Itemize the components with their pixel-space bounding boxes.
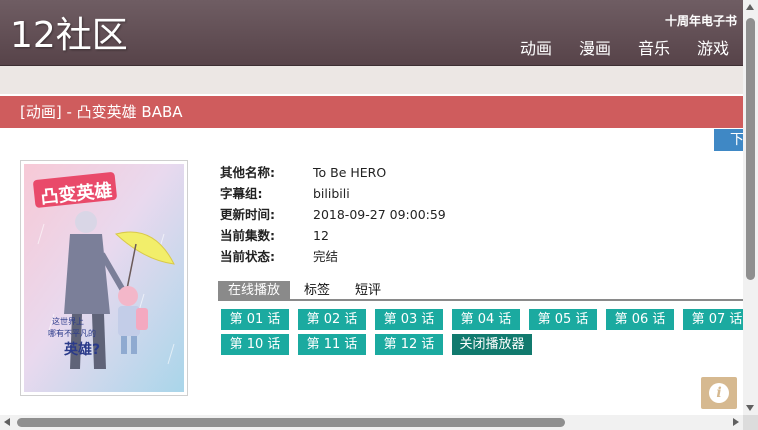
info-value: 完结 (313, 249, 339, 264)
info-key: 当前集数: (220, 228, 275, 243)
episode-button-10[interactable]: 第 10 话 (221, 334, 289, 355)
vertical-scrollbar[interactable] (743, 0, 758, 415)
poster-image[interactable]: 凸变英雄 这世界上 哪有不平凡的 英雄? (20, 160, 188, 396)
poster-illustration: 凸变英雄 这世界上 哪有不平凡的 英雄? (24, 164, 184, 392)
info-value: To Be HERO (313, 165, 387, 180)
site-header: 12社区 十周年电子书 动画 漫画 音乐 游戏 (0, 0, 743, 66)
svg-text:哪有不平凡的: 哪有不平凡的 (48, 328, 96, 338)
info-key: 更新时间: (220, 207, 275, 222)
info-icon: i (709, 383, 729, 403)
episode-button-05[interactable]: 第 05 话 (529, 309, 597, 330)
info-button[interactable]: i (701, 377, 737, 409)
info-key: 当前状态: (220, 249, 275, 264)
episode-button-03[interactable]: 第 03 话 (375, 309, 443, 330)
svg-text:这世界上: 这世界上 (52, 316, 84, 326)
nav-games[interactable]: 游戏 (697, 38, 729, 60)
close-player-button[interactable]: 关闭播放器 (452, 334, 532, 355)
title-bar: [动画] - 凸变英雄 BABA (0, 96, 743, 128)
tab-short-reviews[interactable]: 短评 (355, 281, 381, 301)
main-nav: 动画 漫画 音乐 游戏 (493, 38, 729, 60)
episode-button-11[interactable]: 第 11 话 (298, 334, 366, 355)
info-key: 字幕组: (220, 186, 263, 201)
nav-music[interactable]: 音乐 (638, 38, 670, 60)
content-tabs: 在线播放 标签 短评 (218, 281, 743, 301)
episode-button-06[interactable]: 第 06 话 (606, 309, 674, 330)
svg-text:英雄?: 英雄? (63, 341, 100, 358)
scrollbar-corner (743, 415, 758, 430)
horizontal-scrollbar[interactable] (0, 415, 743, 430)
page-viewport: 12社区 十周年电子书 动画 漫画 音乐 游戏 [动画] - 凸变英雄 BABA… (0, 0, 743, 415)
info-key: 其他名称: (220, 165, 275, 180)
anniversary-ebook-link[interactable]: 十周年电子书 (665, 12, 737, 29)
tab-tags[interactable]: 标签 (304, 281, 330, 301)
episode-button-07[interactable]: 第 07 话 (683, 309, 743, 330)
episode-button-12[interactable]: 第 12 话 (375, 334, 443, 355)
scroll-up-arrow-icon[interactable] (746, 4, 754, 10)
page-title: [动画] - 凸变英雄 BABA (20, 103, 183, 121)
download-button[interactable]: 下 (714, 129, 743, 151)
episode-button-01[interactable]: 第 01 话 (221, 309, 289, 330)
horizontal-scroll-thumb[interactable] (17, 418, 565, 427)
vertical-scroll-thumb[interactable] (746, 18, 755, 280)
scroll-down-arrow-icon[interactable] (746, 405, 754, 411)
episode-button-02[interactable]: 第 02 话 (298, 309, 366, 330)
sub-header-bar (0, 66, 743, 94)
episode-button-04[interactable]: 第 04 话 (452, 309, 520, 330)
tab-online-play[interactable]: 在线播放 (218, 281, 291, 301)
info-value: 12 (313, 228, 329, 243)
nav-manga[interactable]: 漫画 (579, 38, 611, 60)
info-value: bilibili (313, 186, 350, 201)
scroll-left-arrow-icon[interactable] (4, 418, 10, 426)
info-value: 2018-09-27 09:00:59 (313, 207, 446, 222)
nav-anime[interactable]: 动画 (520, 38, 552, 60)
scroll-right-arrow-icon[interactable] (733, 418, 739, 426)
site-logo[interactable]: 12社区 (10, 14, 128, 58)
